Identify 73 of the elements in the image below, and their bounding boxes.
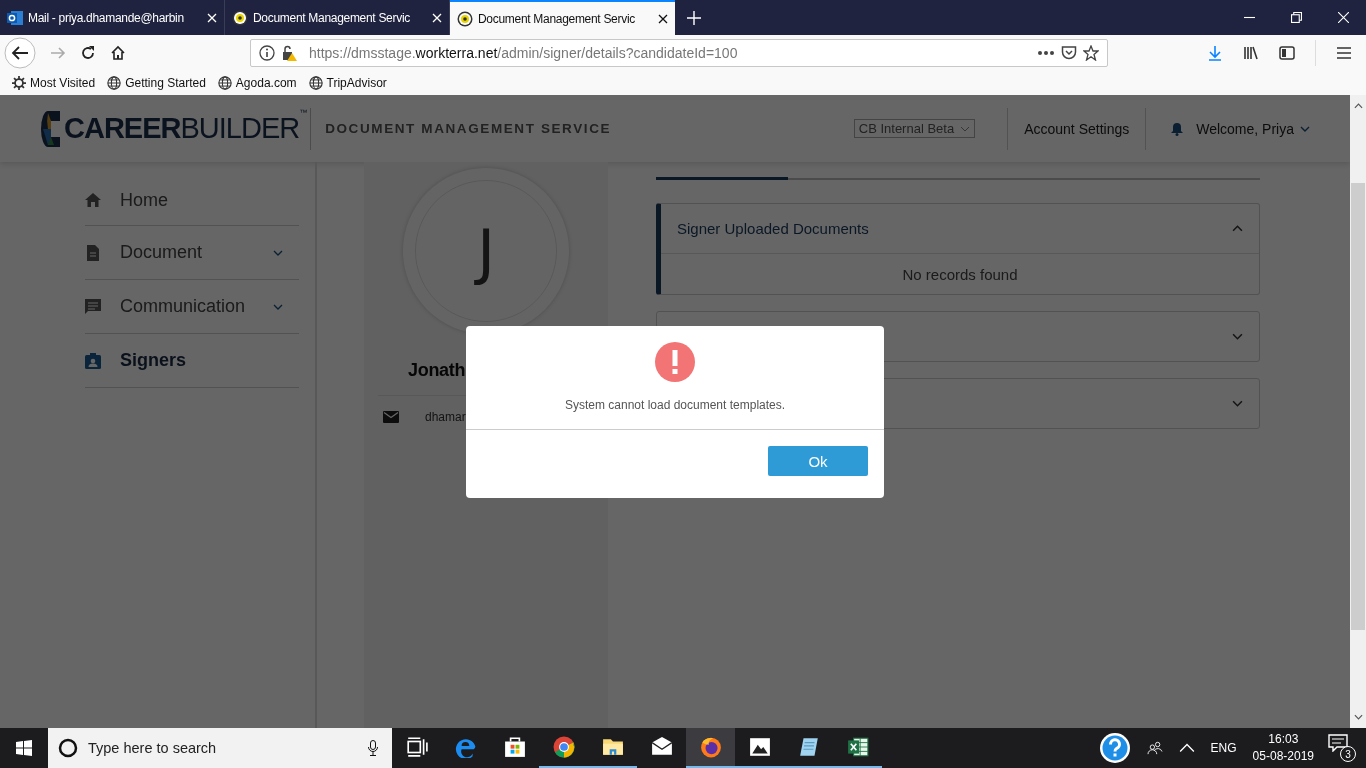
scroll-down-icon[interactable] (1353, 714, 1363, 720)
url-text: https://dmsstage.workterra.net/admin/signer/details?candidateId=100 (309, 45, 739, 61)
bookmark-link[interactable]: Agoda.com (217, 76, 297, 90)
task-view-icon (405, 736, 428, 758)
photo-icon (748, 736, 771, 758)
menu-icon[interactable] (1336, 45, 1352, 61)
chevron-down-icon[interactable] (1232, 333, 1243, 340)
bookmark-link[interactable]: Most Visited (12, 76, 96, 90)
site-icon (232, 9, 248, 26)
address-bar[interactable]: https://dmsstage.workterra.net/admin/signer/details?candidateId=100 (250, 39, 1108, 67)
chat-icon (85, 298, 101, 315)
scroll-up-icon[interactable] (1353, 103, 1363, 109)
spreadsheet-icon (846, 736, 869, 758)
id-badge-icon (85, 352, 101, 369)
help-icon[interactable] (1098, 732, 1131, 764)
browser-e-icon (454, 736, 477, 758)
bookmark-link[interactable]: TripAdvisor (308, 76, 387, 90)
people-icon[interactable] (1146, 741, 1163, 755)
signer-name: Jonath (407, 360, 466, 381)
restore-icon[interactable] (1291, 12, 1302, 23)
globe-icon (308, 76, 323, 90)
alert-icon (655, 342, 695, 382)
sidebar-icon[interactable] (1279, 45, 1295, 61)
envelope-icon (383, 411, 399, 423)
tab-title: Mail - priya.dhamande@harbin (28, 10, 185, 25)
avatar: J (403, 168, 569, 334)
notepad-icon (797, 736, 820, 758)
dialog-message: System cannot load document templates. (564, 398, 786, 412)
empty-message: No records found (901, 264, 1019, 285)
new-tab-icon[interactable] (687, 10, 701, 25)
document-icon (85, 244, 101, 261)
info-icon[interactable] (259, 45, 275, 61)
pocket-icon[interactable] (1061, 45, 1077, 61)
globe-icon (107, 76, 122, 90)
more-icon[interactable] (1037, 50, 1055, 56)
home-icon[interactable] (110, 45, 126, 61)
circle-icon (58, 738, 78, 758)
scrollbar[interactable] (1350, 95, 1366, 728)
start-icon[interactable] (16, 740, 32, 756)
folder-icon (601, 736, 624, 758)
reload-icon[interactable] (80, 45, 96, 61)
site-icon (457, 10, 473, 27)
bookmark-link[interactable]: Getting Started (107, 76, 206, 90)
firefox-icon (699, 736, 722, 758)
browser-tab[interactable]: Document Management Servic (450, 0, 675, 35)
mail-app-icon (7, 9, 23, 26)
notification-button[interactable]: 3 (1328, 734, 1356, 762)
home-icon (85, 192, 101, 208)
star-icon[interactable] (1083, 45, 1099, 61)
close-icon[interactable] (658, 13, 668, 24)
chrome-icon (552, 736, 575, 758)
back-icon[interactable] (4, 37, 36, 69)
chevron-up-icon[interactable] (1178, 741, 1195, 755)
caret-icon (960, 125, 971, 132)
service-title: DOCUMENT MANAGEMENT SERVICE (325, 121, 612, 136)
tab-title: Document Management Servic (253, 10, 411, 25)
globe-icon (217, 76, 232, 90)
taskbar-search-field[interactable]: Type here to search (48, 728, 392, 768)
notification-count: 3 (1340, 746, 1356, 762)
tab-title: Document Management Servic (478, 11, 636, 26)
download-icon[interactable] (1207, 45, 1223, 61)
envelope-icon (650, 736, 673, 758)
caret-icon (1300, 125, 1310, 132)
bell-icon[interactable] (1170, 121, 1185, 136)
insecure-lock-icon[interactable] (281, 45, 297, 61)
signer-email: dhamar (425, 410, 466, 424)
clock[interactable]: 16:03 05-08-2019 (1252, 731, 1314, 765)
language-indicator[interactable]: ENG (1210, 741, 1237, 755)
microphone-icon[interactable] (368, 740, 378, 756)
gear-icon (12, 76, 26, 90)
library-icon[interactable] (1243, 45, 1259, 61)
chevron-down-icon[interactable] (1232, 400, 1243, 407)
shopping-bag-icon (503, 736, 526, 758)
